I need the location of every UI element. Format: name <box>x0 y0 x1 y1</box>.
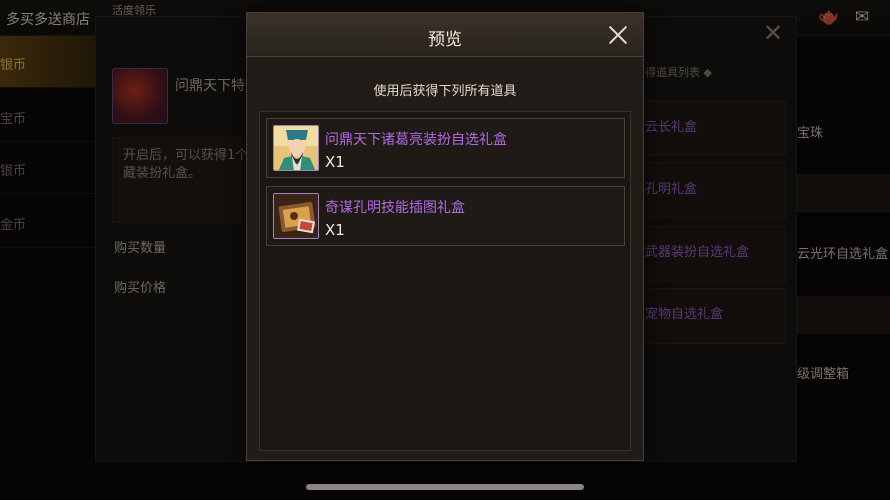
reward-list: 问鼎天下诸葛亮装扮自选礼盒 X1 奇谋孔明技能插图礼盒 X1 <box>259 111 631 451</box>
reward-quantity: X1 <box>325 153 345 171</box>
illustration-gift-box-icon <box>273 193 319 239</box>
close-icon[interactable] <box>606 23 630 47</box>
home-indicator[interactable] <box>306 484 584 490</box>
dialog-title: 预览 <box>428 30 462 50</box>
reward-name: 问鼎天下诸葛亮装扮自选礼盒 <box>325 132 507 148</box>
zhuge-liang-portrait-icon <box>273 125 319 171</box>
list-item[interactable]: 问鼎天下诸葛亮装扮自选礼盒 X1 <box>266 118 625 178</box>
list-item[interactable]: 奇谋孔明技能插图礼盒 X1 <box>266 186 625 246</box>
reward-name: 奇谋孔明技能插图礼盒 <box>325 200 465 216</box>
reward-quantity: X1 <box>325 221 345 239</box>
dialog-subtitle: 使用后获得下列所有道具 <box>373 84 517 99</box>
preview-dialog: 预览 使用后获得下列所有道具 问鼎天下诸葛亮装扮自选礼盒 X1 奇谋孔明技能插图… <box>246 12 644 461</box>
dialog-header: 预览 <box>247 13 643 57</box>
